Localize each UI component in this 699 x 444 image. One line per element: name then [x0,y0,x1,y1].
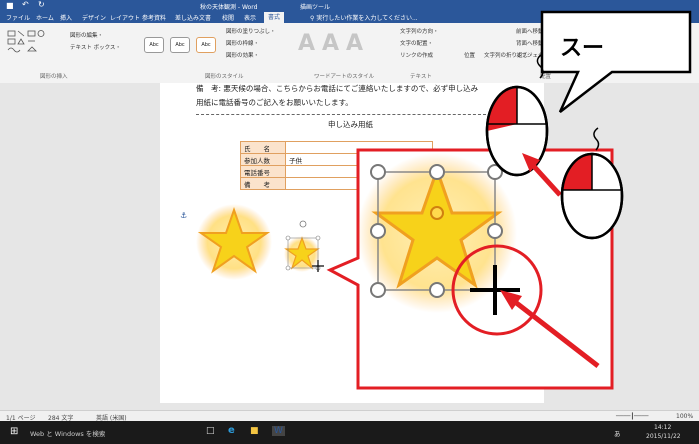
task-view-icon[interactable]: □ [206,426,215,436]
annotation-overlay [196,10,692,390]
star-shape-selected[interactable] [284,220,321,272]
edge-icon[interactable]: e [228,425,235,436]
word-taskbar-icon[interactable]: W [272,426,285,436]
explorer-icon[interactable]: ■ [250,426,259,436]
taskbar-search[interactable]: Web と Windows を検索 [30,428,105,438]
windows-start-icon[interactable]: ⊞ [10,426,18,437]
mouse-icon [560,127,624,240]
speech-bubble-text: スー [560,36,605,61]
clock-date[interactable]: 2015/11/22 [646,433,681,440]
speech-bubble [540,10,692,113]
clock-time[interactable]: 14:12 [654,424,671,431]
rotate-handle-icon [299,220,307,228]
ime-indicator[interactable]: あ [614,428,621,438]
taskbar: ⊞ Web と Windows を検索 □ e ■ W あ 14:12 2015… [0,421,699,444]
mouse-pressed-icon [485,53,549,177]
zoom-slider[interactable]: ────┃──── [616,413,649,420]
star-shape-large[interactable] [196,204,272,280]
zoom-level[interactable]: 100% [676,413,693,420]
